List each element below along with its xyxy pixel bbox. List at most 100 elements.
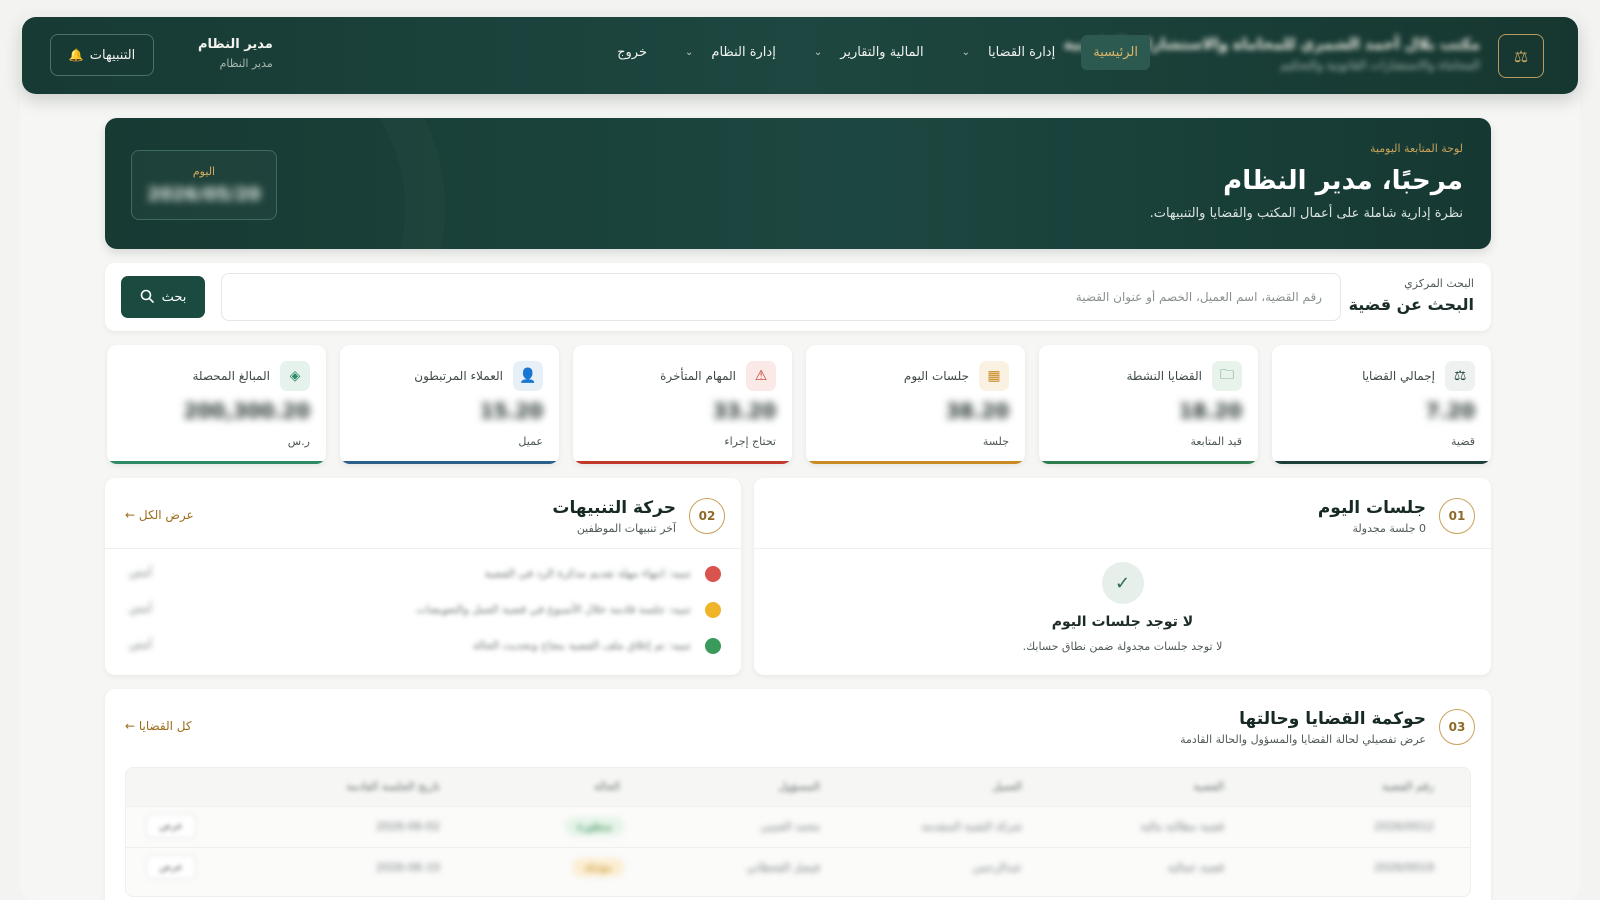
banner-subtitle: نظرة إدارية شاملة على أعمال المكتب والقض… xyxy=(1149,206,1463,221)
all-cases-link[interactable]: كل القضايا ← xyxy=(125,719,192,733)
user-role: مدير النظام xyxy=(219,57,273,70)
search-icon xyxy=(140,289,154,306)
stat-accent-bar xyxy=(806,461,1025,464)
main-menu: الرئيسية إدارة القضايا ⌄ المالية والتقارير ⌄… xyxy=(605,35,1150,70)
nav-item-label: الرئيسية xyxy=(1093,45,1138,60)
nav-item[interactable]: خروج xyxy=(605,35,659,70)
status-dot-icon xyxy=(705,638,721,654)
alert-text: تنبيه: جلسة قادمة خلال الأسبوع في قضية ا… xyxy=(416,603,691,616)
stat-card[interactable]: ⚖ إجمالي القضايا 7.20 قضية xyxy=(1272,345,1491,464)
search-title: البحث عن قضية xyxy=(1348,295,1474,314)
table-row[interactable]: 2026/0012 قضية مطالبة مالية شركة التقنية ا… xyxy=(126,806,1470,846)
column-header: العميل xyxy=(992,780,1022,793)
alert-row[interactable]: تنبيه: انتهاء مهلة تقديم مذكرة الرد في ا… xyxy=(125,564,721,584)
alert-text: تنبيه: تم إغلاق ملف القضية بنجاح وتحديث … xyxy=(472,639,691,652)
cases-subtitle: عرض تفصيلي لحالة القضايا والمسؤول والحال… xyxy=(1180,733,1426,746)
table-cell: شركة التقنية المتقدمة xyxy=(921,820,1022,833)
stat-label: جلسات اليوم xyxy=(903,369,969,383)
view-case-button[interactable]: عرض xyxy=(146,855,196,879)
date-card: اليوم 2026/05/20 xyxy=(131,150,277,220)
table-cell: 2026-06-02 xyxy=(376,820,440,833)
nav-item-label: إدارة النظام xyxy=(711,45,776,60)
table-cell: محمد العتيبي xyxy=(760,820,820,833)
user-name: مدير النظام xyxy=(198,37,273,52)
nav-item-label: خروج xyxy=(617,45,648,60)
stat-value: 200,300.20 xyxy=(183,399,310,423)
stat-label: المهام المتأخرة xyxy=(660,369,736,383)
table-cell: 2026/0012 xyxy=(1374,820,1434,833)
stat-card[interactable]: 👤 العملاء المرتبطون 15.20 عميل xyxy=(340,345,559,464)
alerts-activity-panel: 02 حركة التنبيهات آخر تنبيهات الموظفين ع… xyxy=(105,478,741,675)
stat-card[interactable]: ▦ جلسات اليوم 38.20 جلسة xyxy=(806,345,1025,464)
table-header: رقم القضية القضية العميل المسؤول الحالة تاريخ… xyxy=(126,768,1470,806)
stat-unit: قضية xyxy=(1450,435,1475,448)
stat-unit: قيد المتابعة xyxy=(1190,435,1242,448)
section-number: 01 xyxy=(1439,498,1475,534)
table-cell: 2026/0019 xyxy=(1374,861,1434,874)
search-input[interactable] xyxy=(221,273,1341,321)
alert-text: تنبيه: انتهاء مهلة تقديم مذكرة الرد في ا… xyxy=(484,567,691,580)
chevron-down-icon: ⌄ xyxy=(813,47,823,58)
alert-time: أمس xyxy=(129,602,152,615)
search-button[interactable]: بحث xyxy=(121,276,205,318)
stat-card[interactable]: ⚠ المهام المتأخرة 33.20 تحتاج إجراء xyxy=(573,345,792,464)
nav-item-label: إدارة القضايا xyxy=(988,45,1056,60)
sessions-title: جلسات اليوم xyxy=(1317,498,1426,518)
user-icon: 👤 xyxy=(513,361,543,391)
notifications-button[interactable]: التنبيهات 🔔 xyxy=(50,34,154,76)
search-button-label: بحث xyxy=(161,289,187,304)
stat-unit: عميل xyxy=(518,435,543,448)
stat-card[interactable]: ◈ المبالغ المحصلة 200,300.20 ر.س xyxy=(107,345,326,464)
column-header: المسؤول xyxy=(778,780,820,793)
checkmark-icon: ✓ xyxy=(1101,562,1144,604)
column-header: رقم القضية xyxy=(1381,780,1434,793)
table-cell: فيصل القحطاني xyxy=(746,861,820,874)
money-icon: ◈ xyxy=(280,361,310,391)
view-all-link[interactable]: عرض الكل ← xyxy=(125,508,194,522)
stat-label: إجمالي القضايا xyxy=(1362,369,1435,383)
alert-row[interactable]: تنبيه: تم إغلاق ملف القضية بنجاح وتحديث … xyxy=(125,636,721,656)
view-case-button[interactable]: عرض xyxy=(146,814,196,838)
welcome-banner: لوحة المتابعة اليومية مرحبًا، مدير النظا… xyxy=(105,118,1491,249)
stat-value: 18.20 xyxy=(1178,399,1242,423)
user-block[interactable]: مدير النظام مدير النظام xyxy=(198,37,273,70)
column-header: القضية xyxy=(1193,780,1224,793)
nav-item[interactable]: الرئيسية xyxy=(1081,35,1150,70)
column-header: تاريخ الجلسة القادمة xyxy=(346,780,440,793)
alert-row[interactable]: تنبيه: جلسة قادمة خلال الأسبوع في قضية ا… xyxy=(125,600,721,620)
notifications-label: التنبيهات xyxy=(89,47,136,63)
search-kicker: البحث المركزي xyxy=(1404,277,1474,290)
date-label: اليوم xyxy=(192,165,216,178)
top-navbar: ⚖ مكتب بلال أحمد الشمري للمحاماة والاستش… xyxy=(22,17,1578,94)
chevron-down-icon: ⌄ xyxy=(961,47,971,58)
table-cell: قضية عمالية xyxy=(1167,861,1224,874)
empty-state-title: لا توجد جلسات اليوم xyxy=(1051,614,1194,630)
table-cell: عبدالرحمن xyxy=(972,861,1022,874)
nav-item[interactable]: إدارة القضايا ⌄ xyxy=(950,35,1068,70)
banner-kicker: لوحة المتابعة اليومية xyxy=(1370,142,1463,155)
stat-label: المبالغ المحصلة xyxy=(192,369,270,383)
stat-unit: تحتاج إجراء xyxy=(724,435,776,448)
stat-accent-bar xyxy=(107,461,326,464)
cases-title: حوكمة القضايا وحالتها xyxy=(1239,709,1426,729)
stat-card[interactable]: 🗀 القضايا النشطة 18.20 قيد المتابعة xyxy=(1039,345,1258,464)
status-badge: منظورة xyxy=(565,817,624,836)
stat-value: 7.20 xyxy=(1425,399,1475,423)
stat-value: 33.20 xyxy=(712,399,776,423)
folder-icon: 🗀 xyxy=(1212,361,1242,391)
nav-item[interactable]: إدارة النظام ⌄ xyxy=(673,35,788,70)
table-cell: قضية مطالبة مالية xyxy=(1140,820,1224,833)
status-badge: مؤجلة xyxy=(572,858,624,877)
table-row[interactable]: 2026/0019 قضية عمالية عبدالرحمن فيصل القحطا… xyxy=(126,847,1470,887)
logo-icon[interactable]: ⚖ xyxy=(1498,34,1544,78)
scales-icon: ⚖ xyxy=(1445,361,1475,391)
divider xyxy=(105,548,741,549)
bell-icon: 🔔 xyxy=(68,48,84,62)
section-number: 02 xyxy=(689,498,725,534)
stat-label: العملاء المرتبطون xyxy=(414,369,503,383)
nav-item[interactable]: المالية والتقارير ⌄ xyxy=(802,35,936,70)
today-sessions-panel: 01 جلسات اليوم 0 جلسة مجدولة ✓ لا توجد ج… xyxy=(754,478,1491,675)
alerts-title: حركة التنبيهات xyxy=(552,498,676,518)
stat-unit: جلسة xyxy=(982,435,1009,448)
alert-time: أمس xyxy=(129,566,152,579)
